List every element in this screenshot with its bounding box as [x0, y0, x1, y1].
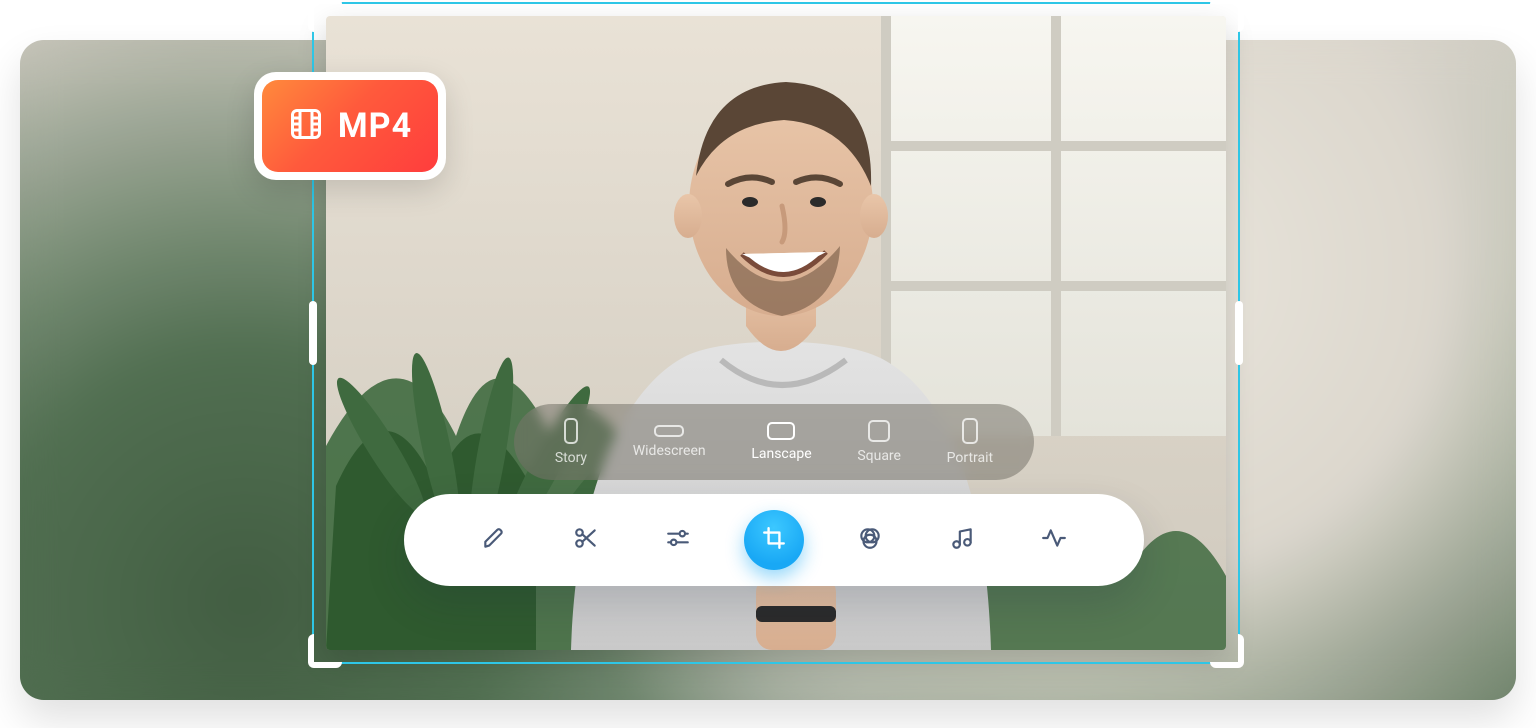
pencil-icon	[481, 525, 507, 555]
tool-draw[interactable]	[468, 514, 520, 566]
tool-trim[interactable]	[560, 514, 612, 566]
music-note-icon	[949, 525, 975, 555]
tool-audio[interactable]	[936, 514, 988, 566]
story-shape-icon	[564, 418, 578, 444]
aspect-label: Story	[555, 450, 587, 466]
aspect-option-story[interactable]: Story	[555, 418, 587, 466]
aspect-label: Portrait	[947, 450, 993, 466]
format-badge: MP4	[254, 72, 446, 180]
editor-toolbar	[404, 494, 1144, 586]
crop-handle-bottom-left[interactable]	[308, 634, 342, 668]
tool-crop[interactable]	[744, 510, 804, 570]
landscape-shape-icon	[767, 422, 795, 440]
film-icon	[288, 106, 324, 146]
scissors-icon	[573, 525, 599, 555]
sliders-icon	[665, 525, 691, 555]
aspect-label: Widescreen	[633, 443, 706, 459]
widescreen-shape-icon	[654, 425, 684, 437]
tool-filters[interactable]	[844, 514, 896, 566]
square-shape-icon	[868, 420, 890, 442]
aspect-ratio-popover: Story Widescreen Lanscape Square Portrai…	[514, 404, 1034, 480]
aspect-label: Lanscape	[751, 446, 811, 462]
format-label: MP4	[338, 106, 412, 146]
crop-handle-right[interactable]	[1235, 301, 1243, 365]
crop-handle-top-right[interactable]	[1210, 0, 1244, 32]
tool-adjust[interactable]	[652, 514, 704, 566]
crop-handle-left[interactable]	[309, 301, 317, 365]
tool-effects[interactable]	[1028, 514, 1080, 566]
portrait-shape-icon	[962, 418, 978, 444]
aspect-option-widescreen[interactable]: Widescreen	[633, 425, 706, 459]
crop-handle-bottom-right[interactable]	[1210, 634, 1244, 668]
crop-handle-top-left[interactable]	[308, 0, 342, 32]
aspect-option-square[interactable]: Square	[857, 420, 901, 464]
venn-icon	[857, 525, 883, 555]
aspect-option-landscape[interactable]: Lanscape	[751, 422, 811, 462]
aspect-option-portrait[interactable]: Portrait	[947, 418, 993, 466]
crop-icon	[761, 525, 787, 555]
aspect-label: Square	[857, 448, 901, 464]
waveform-icon	[1041, 525, 1067, 555]
